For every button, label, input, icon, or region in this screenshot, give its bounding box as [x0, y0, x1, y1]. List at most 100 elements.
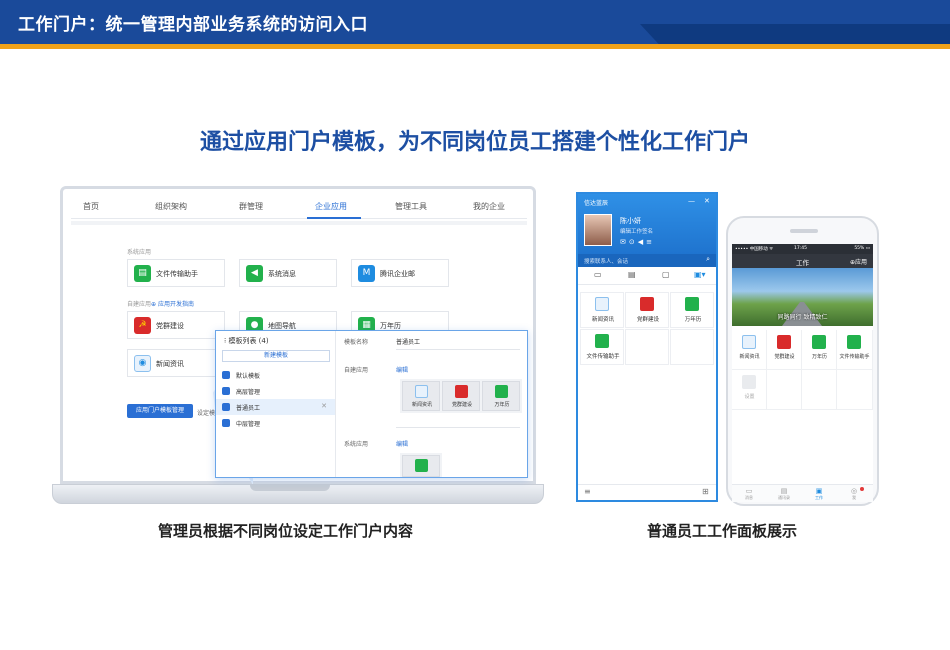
contacts-icon[interactable]: ▤: [628, 270, 636, 279]
nav-groups[interactable]: 群管理: [239, 201, 263, 212]
nav-org[interactable]: 组织架构: [155, 201, 187, 212]
avatar[interactable]: [584, 214, 612, 246]
settings-icon: [742, 375, 756, 389]
slide-headline: 通过应用门户模板，为不同岗位员工搭建个性化工作门户: [199, 130, 750, 155]
header-slant-decoration: [640, 24, 950, 44]
news-icon: [415, 385, 428, 398]
close-icon[interactable]: ✕: [704, 197, 710, 205]
file-transfer-icon: [415, 459, 428, 472]
phone-banner: 同路同行 致精致仁: [732, 268, 873, 326]
banner-slogan: 同路同行 致精致仁: [777, 314, 828, 321]
desk-app-news[interactable]: 新闻资讯: [580, 292, 624, 328]
phone-app-empty: [767, 370, 802, 410]
nav-enterprise-apps[interactable]: 企业应用: [315, 201, 347, 212]
phone-tab-bar: ▭ 消息 ▤ 通讯录 ▣ 工作 ◎ 我: [732, 484, 873, 502]
status-time: 17:45: [794, 246, 807, 251]
phone-status-bar: ••••• 中国移动 ᯤ 17:45 55% ▭: [732, 244, 873, 254]
preview-app-party: 党群建设: [442, 381, 480, 411]
file-transfer-icon: [595, 334, 609, 348]
template-manage-button[interactable]: 应用门户模板管理: [127, 404, 193, 418]
nav-my-enterprise[interactable]: 我的企业: [473, 201, 505, 212]
party-icon: [455, 385, 468, 398]
search-icon[interactable]: ⌕: [706, 255, 710, 264]
template-detail-panel: 模板名称 普通员工 自建应用 编辑 新闻资讯 党群建设 万年历 系统应用 编辑: [336, 331, 527, 477]
calendar-icon: [685, 297, 699, 311]
template-icon: [222, 371, 230, 379]
status-icons[interactable]: ✉⊙◀≡: [620, 238, 655, 246]
phone-screen: ••••• 中国移动 ᯤ 17:45 55% ▭ 工作 ⊕应用 同路同行 致精致…: [732, 244, 873, 502]
tab-contacts[interactable]: ▤ 通讯录: [770, 487, 798, 501]
desktop-client-window: 信达蓝辰 — ✕ 陈小妍 编辑工作签名 ✉⊙◀≡ 搜索联系人、会话 ⌕ ▭ ▤ …: [576, 192, 718, 502]
file-transfer-icon: [847, 335, 861, 349]
calendar-icon: [812, 335, 826, 349]
custom-apps-preview: 新闻资讯 党群建设 万年历: [400, 379, 522, 413]
dev-guide-link[interactable]: ⊕ 应用开发指南: [151, 299, 194, 308]
new-template-button[interactable]: 新建模板: [222, 350, 330, 362]
phone-speaker: [790, 229, 818, 233]
app-card-label: 党群建设: [156, 322, 184, 330]
close-icon[interactable]: ✕: [321, 402, 327, 410]
phone-app-settings[interactable]: 设置: [732, 370, 767, 410]
battery-text: 55% ▭: [854, 246, 870, 251]
desktop-tabs: ▭ ▤ ▢ ▣▾: [578, 267, 716, 285]
system-apps-preview: [400, 453, 442, 477]
app-card-party[interactable]: ☭ 党群建设: [127, 311, 225, 339]
desktop-bottom-bar: ≡ ⊞: [578, 484, 716, 500]
nav-tools[interactable]: 管理工具: [395, 201, 427, 212]
phone-app-calendar[interactable]: 万年历: [802, 330, 837, 370]
desk-app-file-transfer[interactable]: 文件传输助手: [580, 329, 624, 365]
header-accent-stripe: [0, 44, 950, 49]
app-card-system-messages[interactable]: ◀ 系统消息: [239, 259, 337, 287]
horizontal-scrollbar[interactable]: [71, 221, 527, 225]
nav-home[interactable]: 首页: [83, 201, 99, 212]
divider: [396, 427, 520, 428]
app-card-label: 新闻资讯: [156, 360, 184, 368]
file-transfer-icon: ▤: [134, 265, 151, 282]
user-name: 陈小妍: [620, 217, 641, 225]
app-card-news[interactable]: ◉ 新闻资讯: [127, 349, 225, 377]
template-item[interactable]: 默认模板: [216, 367, 335, 383]
news-icon: [742, 335, 756, 349]
app-card-mail[interactable]: M 腾讯企业邮: [351, 259, 449, 287]
apps-grid-icon[interactable]: ⊞: [702, 487, 709, 496]
mail-icon: M: [358, 265, 375, 282]
bookmark-icon[interactable]: ▢: [662, 270, 670, 279]
tab-messages[interactable]: ▭ 消息: [735, 487, 763, 501]
admin-nav: 首页 组织架构 群管理 企业应用 管理工具 我的企业: [71, 197, 527, 219]
caption-admin: 管理员根据不同岗位设定工作门户内容: [158, 522, 414, 540]
phone-app-empty: [802, 370, 837, 410]
chat-icon[interactable]: ▭: [594, 270, 602, 279]
caption-employee: 普通员工工作面板展示: [647, 522, 798, 540]
party-icon: [640, 297, 654, 311]
template-item-selected[interactable]: 普通员工 ✕: [216, 399, 335, 415]
custom-apps-label: 自建应用: [344, 367, 369, 374]
phone-app-party[interactable]: 党群建设: [767, 330, 802, 370]
app-card-label: 系统消息: [268, 270, 296, 278]
add-app-button[interactable]: ⊕应用: [850, 257, 867, 266]
user-signature[interactable]: 编辑工作签名: [620, 227, 653, 235]
phone-app-file-transfer[interactable]: 文件传输助手: [837, 330, 873, 370]
template-name-value[interactable]: 普通员工: [396, 337, 420, 346]
contact-search-input[interactable]: 搜索联系人、会话 ⌕: [578, 254, 716, 267]
notification-dot: [860, 487, 864, 491]
menu-icon[interactable]: ≡: [584, 487, 591, 496]
app-card-file-transfer[interactable]: ▤ 文件传输助手: [127, 259, 225, 287]
phone-app-empty: [837, 370, 873, 410]
desktop-app-name: 信达蓝辰: [584, 200, 609, 207]
page-title: 工作门户：统一管理内部业务系统的访问入口: [18, 15, 368, 35]
template-name-label: 模板名称: [344, 339, 369, 346]
news-icon: [595, 297, 609, 311]
work-tab-icon[interactable]: ▣▾: [694, 270, 706, 279]
minimize-icon[interactable]: —: [688, 197, 695, 205]
desk-app-party[interactable]: 党群建设: [625, 292, 669, 328]
edit-system-apps-link[interactable]: 编辑: [396, 439, 408, 448]
mobile-phone: ••••• 中国移动 ᯤ 17:45 55% ▭ 工作 ⊕应用 同路同行 致精致…: [726, 216, 879, 506]
phone-title-bar: 工作 ⊕应用: [732, 254, 873, 268]
template-item[interactable]: 高层管理: [216, 383, 335, 399]
desk-app-calendar[interactable]: 万年历: [670, 292, 714, 328]
template-item[interactable]: 中层管理: [216, 415, 335, 431]
desk-app-empty: [625, 329, 669, 365]
phone-app-news[interactable]: 新闻资讯: [732, 330, 767, 370]
edit-custom-apps-link[interactable]: 编辑: [396, 365, 408, 374]
tab-work[interactable]: ▣ 工作: [805, 487, 833, 501]
